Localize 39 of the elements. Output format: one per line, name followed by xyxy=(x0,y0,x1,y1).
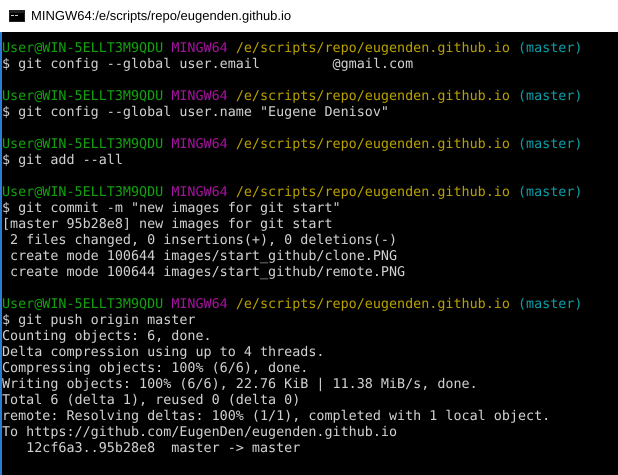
output-line: 2 files changed, 0 insertions(+), 0 deletions(-) xyxy=(9,233,398,248)
prompt-system: MINGW64 xyxy=(171,89,228,105)
output-line: To https://github.com/EugenDen/eugenden.github.io xyxy=(2,425,398,440)
output-line: create mode 100644 images/start_github/remote.PNG xyxy=(9,265,406,280)
output-line: create mode 100644 images/start_github/clone.PNG xyxy=(9,249,398,264)
prompt-user: User@WIN-5ELLT3M9QDU xyxy=(2,89,164,105)
prompt-path: /e/scripts/repo/eugenden.github.io xyxy=(236,185,510,201)
output-line: Compressing objects: 100% (6/6), done. xyxy=(2,361,308,376)
prompt-branch: (master) xyxy=(518,137,582,153)
prompt-user: User@WIN-5ELLT3M9QDU xyxy=(2,41,164,57)
window-title: MINGW64:/e/scripts/repo/eugenden.github.io xyxy=(31,7,292,26)
prompt-user: User@WIN-5ELLT3M9QDU xyxy=(2,185,164,201)
prompt-system: MINGW64 xyxy=(171,137,228,153)
output-line: [master 95b28e8] new images for git start xyxy=(2,217,333,232)
prompt-branch: (master) xyxy=(518,41,582,57)
command-line: $ git config --global user.email @gmail.com xyxy=(2,57,414,72)
prompt-system: MINGW64 xyxy=(171,185,228,201)
command-line: $ git add --all xyxy=(2,153,123,168)
console-icon xyxy=(9,10,25,22)
output-line: Total 6 (delta 1), reused 0 (delta 0) xyxy=(2,393,300,408)
output-line: remote: Resolving deltas: 100% (1/1), completed with 1 local object. xyxy=(2,409,550,424)
prompt-path: /e/scripts/repo/eugenden.github.io xyxy=(236,297,510,313)
prompt-branch: (master) xyxy=(518,185,582,201)
output-line: Writing objects: 100% (6/6), 22.76 KiB | 11.38 MiB/s, done. xyxy=(2,377,478,392)
prompt-path: /e/scripts/repo/eugenden.github.io xyxy=(236,41,510,57)
prompt-path: /e/scripts/repo/eugenden.github.io xyxy=(236,137,510,153)
command-line: $ git push origin master xyxy=(2,313,196,328)
output-line: 12cf6a3..95b28e8 master -> master xyxy=(25,441,300,456)
prompt-path: /e/scripts/repo/eugenden.github.io xyxy=(236,89,510,105)
prompt-branch: (master) xyxy=(518,297,582,313)
prompt-system: MINGW64 xyxy=(171,297,228,313)
prompt-user: User@WIN-5ELLT3M9QDU xyxy=(2,297,164,313)
command-line: $ git commit -m "new images for git start" xyxy=(2,201,341,216)
prompt-user: User@WIN-5ELLT3M9QDU xyxy=(2,137,164,153)
prompt-branch: (master) xyxy=(518,89,582,105)
prompt-system: MINGW64 xyxy=(171,41,228,57)
output-line: Counting objects: 6, done. xyxy=(2,329,212,344)
output-line: Delta compression using up to 4 threads. xyxy=(2,345,324,360)
command-line: $ git config --global user.name "Eugene Denisov" xyxy=(2,105,389,120)
